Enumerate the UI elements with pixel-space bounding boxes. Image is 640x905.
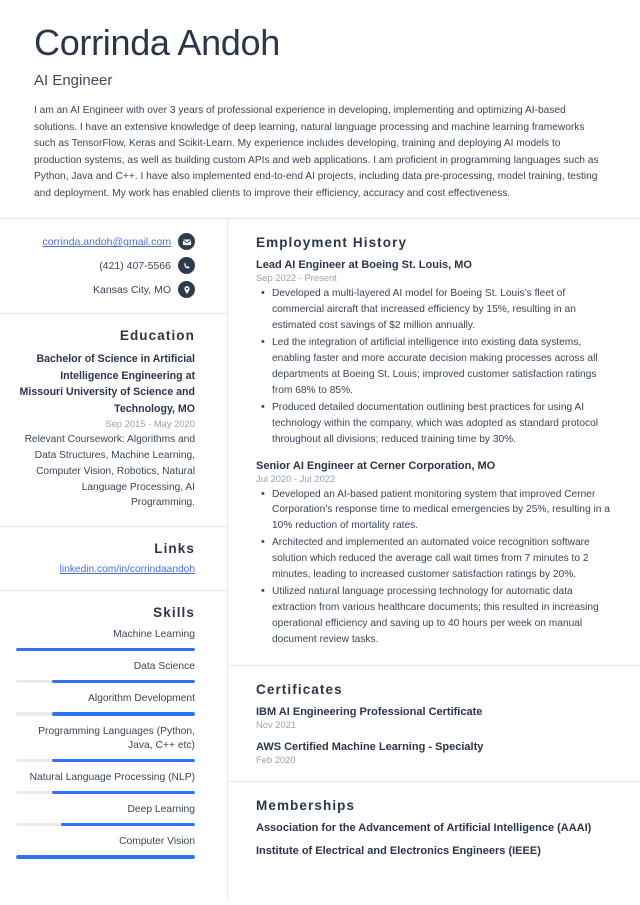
- skill-track: [16, 758, 195, 763]
- skill-label: Machine Learning: [113, 629, 195, 641]
- certificate-entry: IBM AI Engineering Professional Certific…: [256, 706, 610, 730]
- certificate-date: Feb 2020: [256, 753, 296, 765]
- email-value[interactable]: corrinda.andoh@gmail.com: [42, 236, 171, 248]
- skill-label: Programming Languages (Python, Java, C++…: [38, 725, 195, 752]
- skill-fill: [16, 855, 195, 859]
- skill-label: Data Science: [133, 661, 195, 673]
- contact-phone-row[interactable]: (421) 407-5566: [16, 257, 195, 275]
- skills-block: Skills Machine Learning Data Science Alg…: [0, 591, 227, 873]
- job-role: Lead AI Engineer at Boeing St. Louis, MO: [256, 259, 472, 272]
- skill-label: Computer Vision: [119, 836, 195, 848]
- certificates-heading: Certificates: [256, 681, 343, 697]
- skill-label: Deep Learning: [127, 804, 195, 816]
- job-bullet: Architected and implemented an automated…: [261, 534, 610, 583]
- job-bullet: Utilized natural language processing tec…: [261, 583, 610, 648]
- job-bullet: Developed an AI-based patient monitoring…: [261, 486, 610, 535]
- skill-fill: [16, 647, 195, 652]
- phone-value[interactable]: (421) 407-5566: [99, 260, 171, 272]
- job-bullet: Led the integration of artificial intell…: [261, 334, 610, 399]
- certificate-name: IBM AI Engineering Professional Certific…: [256, 705, 483, 718]
- skill-item: Machine Learning: [16, 628, 195, 652]
- education-degree: Bachelor of Science in Artificial Intell…: [19, 353, 195, 415]
- skill-item: Computer Vision: [16, 835, 195, 859]
- job-date: Jul 2020 - Jul 2022: [256, 472, 336, 484]
- skill-track: [16, 855, 195, 859]
- link-item-linkedin[interactable]: linkedin.com/in/corrindaandoh: [16, 564, 195, 575]
- employment-history-heading: Employment History: [256, 235, 408, 251]
- resume-body: corrinda.andoh@gmail.com (421) 407-5566: [0, 219, 640, 902]
- links-block: Links linkedin.com/in/corrindaandoh: [0, 527, 227, 592]
- main-column: Employment History Lead AI Engineer at B…: [228, 219, 640, 901]
- sidebar-column: corrinda.andoh@gmail.com (421) 407-5566: [0, 219, 228, 902]
- candidate-name: Corrinda Andoh: [34, 22, 280, 63]
- skill-item: Algorithm Development: [16, 692, 195, 716]
- certificates-block: Certificates IBM AI Engineering Professi…: [228, 666, 640, 782]
- skill-track: [16, 790, 195, 795]
- phone-icon: [178, 257, 195, 275]
- contact-block: corrinda.andoh@gmail.com (421) 407-5566: [0, 219, 227, 315]
- skill-item: Deep Learning: [16, 803, 195, 827]
- skill-track: [16, 712, 195, 716]
- skill-fill: [51, 758, 195, 763]
- resume-header: Corrinda Andoh AI Engineer I am an AI En…: [0, 0, 640, 218]
- certificate-date: Nov 2021: [256, 718, 297, 730]
- employment-entry: Lead AI Engineer at Boeing St. Louis, MO…: [256, 259, 610, 447]
- skill-track: [16, 679, 195, 684]
- map-pin-icon: [178, 281, 195, 299]
- education-block: Education Bachelor of Science in Artific…: [0, 314, 227, 528]
- skill-track: [16, 647, 195, 652]
- memberships-heading: Memberships: [256, 797, 356, 813]
- employment-entry: Senior AI Engineer at Cerner Corporation…: [256, 460, 610, 648]
- education-description: Relevant Coursework: Algorithms and Data…: [24, 434, 195, 509]
- job-bullet: Developed a multi-layered AI model for B…: [261, 285, 610, 334]
- memberships-block: Memberships Association for the Advancem…: [228, 782, 640, 873]
- skills-heading: Skills: [153, 605, 195, 621]
- job-bullet-list: Developed an AI-based patient monitoring…: [256, 486, 610, 648]
- job-role: Senior AI Engineer at Cerner Corporation…: [256, 459, 496, 472]
- education-heading: Education: [119, 328, 195, 344]
- location-value: Kansas City, MO: [93, 283, 171, 296]
- skill-fill: [51, 790, 195, 795]
- job-bullet: Produced detailed documentation outlinin…: [261, 399, 610, 448]
- skill-fill: [51, 679, 195, 684]
- skill-item: Natural Language Processing (NLP): [16, 771, 195, 795]
- certificate-name: AWS Certified Machine Learning - Special…: [256, 740, 484, 753]
- skill-item: Data Science: [16, 660, 195, 684]
- job-bullet-list: Developed a multi-layered AI model for B…: [256, 285, 610, 448]
- job-date: Sep 2022 - Present: [256, 272, 337, 284]
- employment-history-block: Employment History Lead AI Engineer at B…: [228, 219, 640, 666]
- contact-email-row[interactable]: corrinda.andoh@gmail.com: [16, 233, 195, 251]
- links-heading: Links: [154, 541, 195, 557]
- skill-label: Algorithm Development: [87, 693, 195, 705]
- contact-location-row: Kansas City, MO: [16, 281, 195, 299]
- skill-fill: [51, 712, 195, 716]
- membership-item: Association for the Advancement of Artif…: [256, 821, 592, 834]
- skill-track: [16, 822, 195, 827]
- education-date: Sep 2015 - May 2020: [105, 418, 195, 430]
- professional-summary: I am an AI Engineer with over 3 years of…: [34, 105, 599, 199]
- skill-item: Programming Languages (Python, Java, C++…: [16, 725, 195, 763]
- certificate-entry: AWS Certified Machine Learning - Special…: [256, 741, 610, 765]
- skill-label: Natural Language Processing (NLP): [29, 772, 195, 784]
- resume-page: Corrinda Andoh AI Engineer I am an AI En…: [0, 0, 640, 905]
- membership-item: Institute of Electrical and Electronics …: [256, 844, 541, 857]
- skill-fill: [60, 822, 195, 827]
- candidate-job-title: AI Engineer: [34, 72, 113, 90]
- envelope-icon: [178, 233, 195, 251]
